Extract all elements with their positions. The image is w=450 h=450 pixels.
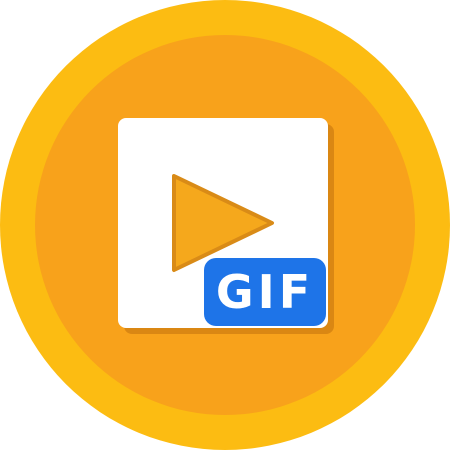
gif-badge-label: GIF	[215, 265, 315, 319]
app-icon: GIF	[0, 0, 450, 450]
gif-badge: GIF	[204, 258, 326, 326]
